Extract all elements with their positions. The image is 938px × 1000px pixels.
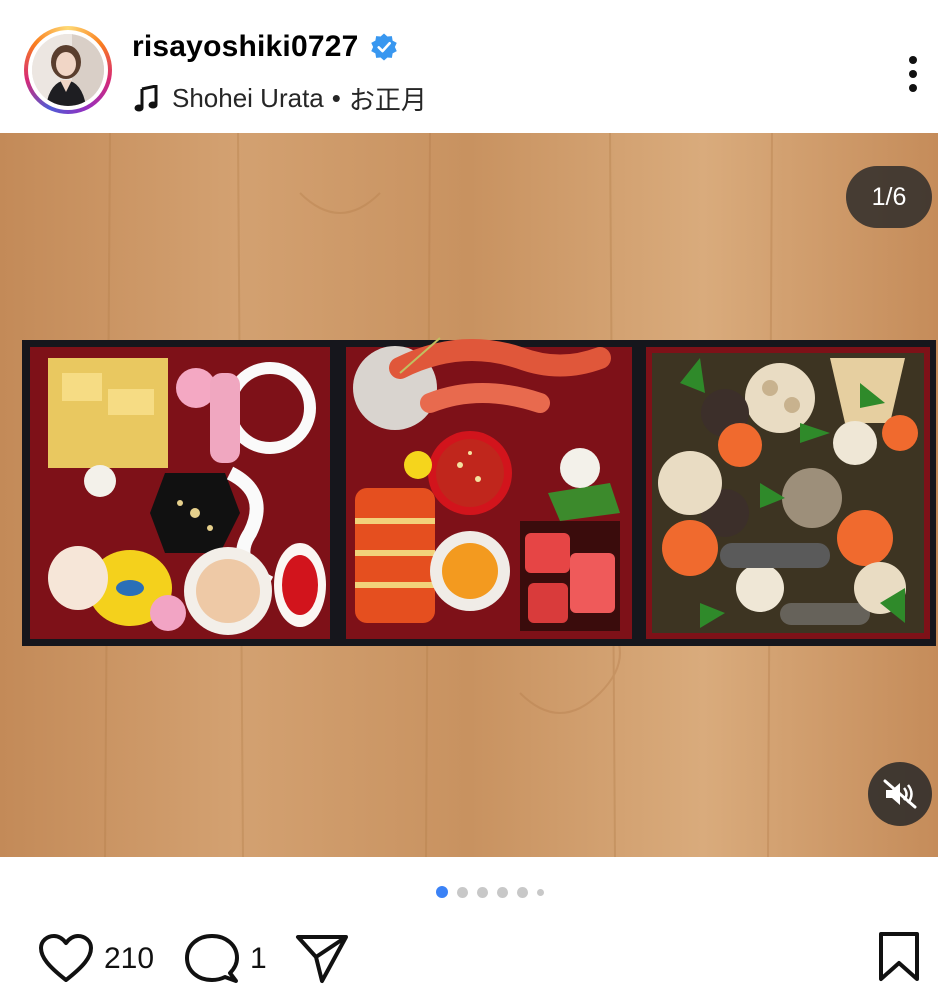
username[interactable]: risayoshiki0727 <box>132 30 359 64</box>
share-action <box>294 933 350 985</box>
carousel-dot[interactable] <box>457 886 468 898</box>
comment-action: 1 <box>184 933 267 985</box>
carousel-dot[interactable] <box>537 888 544 896</box>
carousel-dot[interactable] <box>477 886 488 898</box>
post-photo[interactable] <box>0 133 938 857</box>
avatar-image <box>32 34 104 106</box>
bookmark-icon[interactable] <box>876 931 922 983</box>
comment-count[interactable]: 1 <box>250 942 267 976</box>
save-action <box>876 931 922 983</box>
carousel-dot[interactable] <box>517 886 528 898</box>
avatar[interactable] <box>32 34 104 106</box>
speaker-muted-icon <box>883 779 917 809</box>
send-icon[interactable] <box>294 933 350 985</box>
verified-badge-icon <box>370 33 397 61</box>
music-note-icon <box>134 84 158 111</box>
like-action: 210 <box>38 933 154 985</box>
heart-icon[interactable] <box>38 933 94 985</box>
more-vertical-icon[interactable] <box>898 52 928 96</box>
post-header: risayoshiki0727 Shohei Urata • お正月 <box>0 0 938 133</box>
audio-attribution[interactable]: Shohei Urata • お正月 <box>134 80 427 117</box>
audio-track: お正月 <box>348 85 427 115</box>
carousel-dot-active[interactable] <box>436 886 448 898</box>
story-ring[interactable] <box>24 26 112 114</box>
slide-counter: 1/6 <box>846 166 932 228</box>
comment-icon[interactable] <box>184 933 240 985</box>
audio-artist: Shohei Urata <box>172 83 324 113</box>
post-actions: 210 1 <box>0 925 938 1000</box>
mute-button[interactable] <box>868 762 932 826</box>
carousel-indicator <box>436 886 553 898</box>
carousel-dot[interactable] <box>497 886 508 898</box>
audio-separator: • <box>331 83 341 113</box>
like-count[interactable]: 210 <box>104 942 154 976</box>
osechi-bento-image <box>0 133 938 857</box>
username-row: risayoshiki0727 <box>132 30 399 64</box>
